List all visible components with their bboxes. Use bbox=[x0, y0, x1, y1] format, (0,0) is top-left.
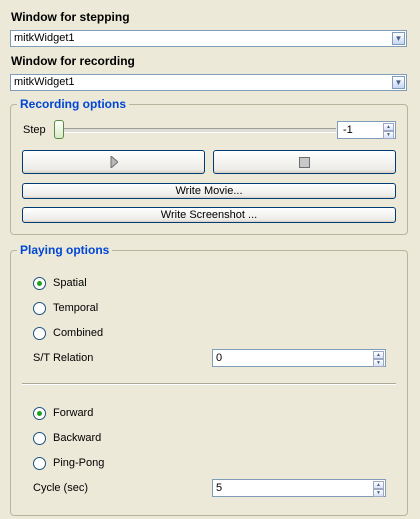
step-spinbox[interactable]: -1 ▲ ▼ bbox=[337, 121, 396, 139]
ping-pong-label: Ping-Pong bbox=[53, 457, 105, 469]
stop-icon bbox=[299, 156, 310, 168]
step-label: Step bbox=[23, 124, 46, 136]
play-button[interactable] bbox=[22, 150, 205, 174]
spin-down-icon[interactable]: ▼ bbox=[373, 359, 384, 367]
spin-up-icon[interactable]: ▲ bbox=[373, 351, 384, 359]
recording-combobox[interactable]: mitkWidget1 ▼ bbox=[10, 74, 407, 91]
backward-radio[interactable] bbox=[33, 432, 46, 445]
cycle-label: Cycle (sec) bbox=[33, 482, 89, 494]
playing-options-title: Playing options bbox=[17, 243, 113, 257]
spin-up-icon[interactable]: ▲ bbox=[373, 481, 384, 489]
combined-label: Combined bbox=[53, 327, 104, 339]
stepping-label: Window for stepping bbox=[11, 10, 130, 24]
stepping-combobox[interactable]: mitkWidget1 ▼ bbox=[10, 30, 407, 47]
step-slider-track[interactable] bbox=[58, 128, 336, 133]
stepping-value: mitkWidget1 bbox=[14, 32, 75, 44]
forward-radio[interactable] bbox=[33, 407, 46, 420]
ping-pong-radio[interactable] bbox=[33, 457, 46, 470]
chevron-down-icon[interactable]: ▼ bbox=[392, 32, 405, 45]
play-icon bbox=[110, 156, 118, 168]
recording-options-title: Recording options bbox=[17, 97, 129, 111]
write-movie-button[interactable]: Write Movie... bbox=[22, 183, 396, 199]
stop-button[interactable] bbox=[213, 150, 396, 174]
step-slider-handle[interactable] bbox=[54, 120, 64, 139]
temporal-label: Temporal bbox=[53, 302, 99, 314]
recording-label: Window for recording bbox=[11, 54, 135, 68]
cycle-spinbox[interactable]: 5 ▲ ▼ bbox=[212, 479, 386, 497]
st-relation-label: S/T Relation bbox=[33, 352, 94, 364]
separator bbox=[22, 383, 396, 385]
spatial-radio[interactable] bbox=[33, 277, 46, 290]
step-value: -1 bbox=[343, 124, 353, 136]
temporal-radio[interactable] bbox=[33, 302, 46, 315]
spin-up-icon[interactable]: ▲ bbox=[383, 123, 394, 131]
spin-down-icon[interactable]: ▼ bbox=[383, 131, 394, 139]
spatial-label: Spatial bbox=[53, 277, 87, 289]
st-relation-value: 0 bbox=[216, 352, 223, 364]
chevron-down-icon[interactable]: ▼ bbox=[392, 76, 405, 89]
write-screenshot-button[interactable]: Write Screenshot ... bbox=[22, 207, 396, 223]
cycle-value: 5 bbox=[216, 482, 223, 494]
st-relation-spinbox[interactable]: 0 ▲ ▼ bbox=[212, 349, 386, 367]
combined-radio[interactable] bbox=[33, 327, 46, 340]
forward-label: Forward bbox=[53, 407, 94, 419]
backward-label: Backward bbox=[53, 432, 102, 444]
spin-down-icon[interactable]: ▼ bbox=[373, 489, 384, 497]
recording-value: mitkWidget1 bbox=[14, 76, 75, 88]
